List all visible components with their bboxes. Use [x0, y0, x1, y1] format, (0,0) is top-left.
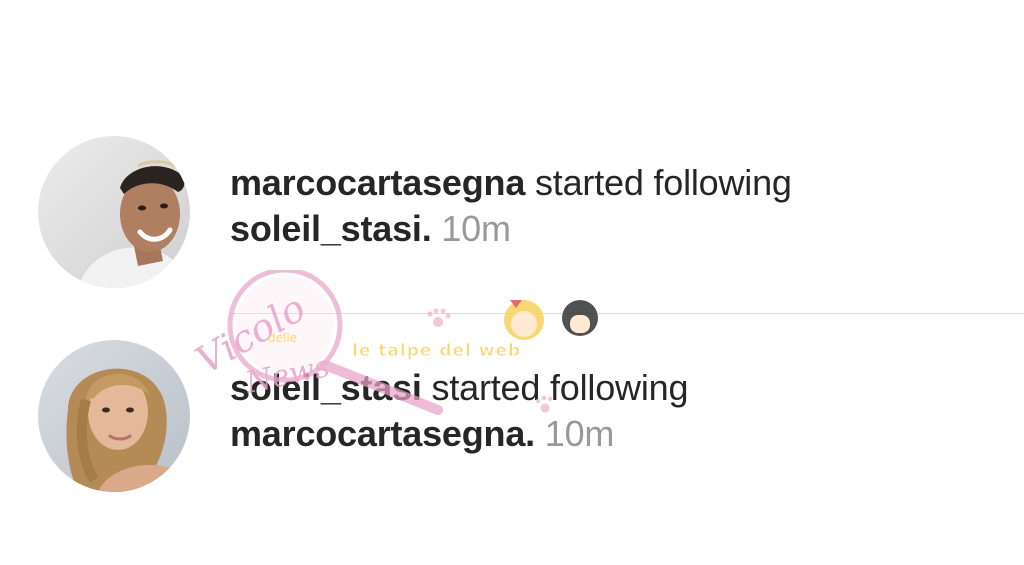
avatar-photo-icon [38, 340, 190, 492]
avatar-marcocartasegna[interactable] [38, 136, 190, 288]
notification-text: soleil_stasi started following marcocart… [230, 365, 688, 457]
action-text: started following [534, 162, 792, 203]
avatar-photo-icon [38, 136, 190, 288]
paw-print-icon [427, 308, 451, 327]
divider [230, 313, 1024, 314]
avatar-soleil-stasi[interactable] [38, 340, 190, 492]
notification-item[interactable]: soleil_stasi started following marcocart… [0, 336, 1024, 496]
cartoon-face-icon [504, 300, 544, 340]
target-username-link[interactable]: soleil_stasi. [230, 208, 432, 249]
timestamp: 10m [544, 413, 615, 454]
username-link[interactable]: soleil_stasi [230, 367, 422, 408]
cartoon-face-icon [562, 300, 598, 336]
target-username-link[interactable]: marcocartasegna. [230, 413, 535, 454]
action-text: started following [431, 367, 689, 408]
username-link[interactable]: marcocartasegna [230, 162, 525, 203]
notification-text: marcocartasegna started following soleil… [230, 160, 792, 252]
timestamp: 10m [441, 208, 511, 249]
notification-item[interactable]: marcocartasegna started following soleil… [0, 134, 1024, 290]
